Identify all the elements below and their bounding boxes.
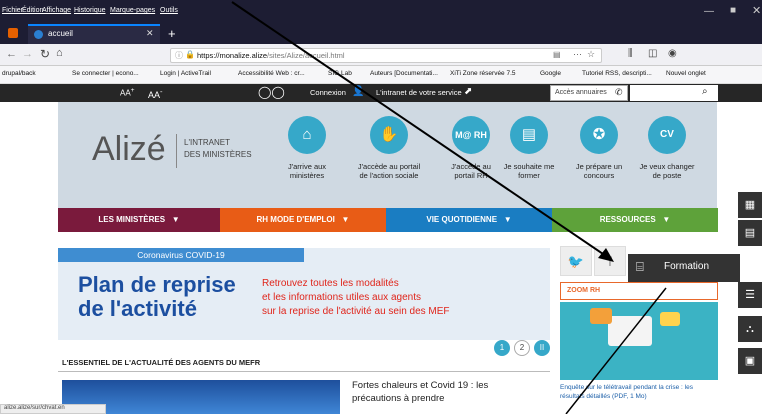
arrowhead-icon bbox=[598, 248, 614, 262]
annotation-arrows bbox=[231, 1, 667, 414]
annotation-arrow-1 bbox=[231, 1, 607, 257]
annotation-arrow-2 bbox=[565, 287, 667, 414]
